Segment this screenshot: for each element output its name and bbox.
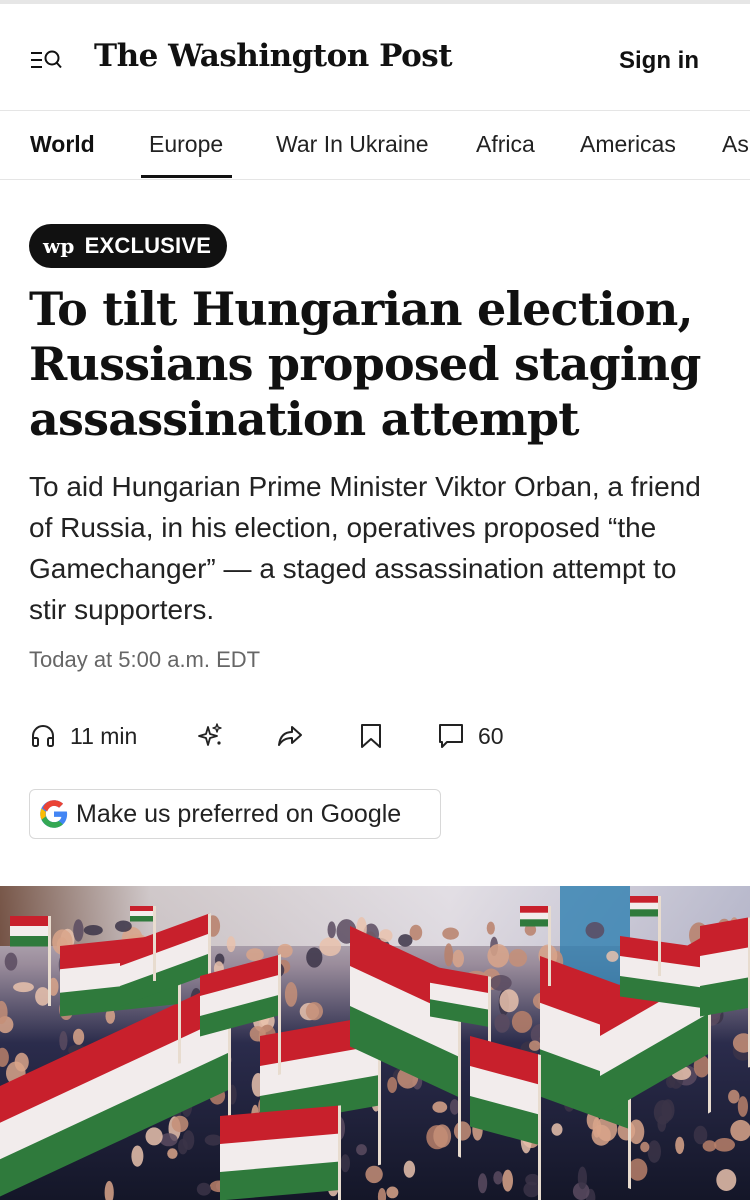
- google-preferred-button[interactable]: Make us preferred on Google: [29, 789, 441, 839]
- ai-summary-button[interactable]: [196, 718, 224, 754]
- nav-item-africa[interactable]: Africa: [476, 131, 535, 158]
- google-g-icon: [39, 799, 69, 829]
- article-timestamp: Today at 5:00 a.m. EDT: [29, 647, 261, 672]
- badge-label: EXCLUSIVE: [84, 233, 212, 258]
- listen-button[interactable]: 11 min: [30, 718, 137, 754]
- active-tab-indicator: [141, 175, 232, 178]
- nav-item-americas[interactable]: Americas: [580, 131, 676, 158]
- exclusive-badge: wp EXCLUSIVE: [29, 224, 228, 268]
- article-headline: To tilt Hungarian election, Russians pro…: [29, 282, 701, 446]
- menu-search-icon[interactable]: [30, 48, 64, 74]
- save-button[interactable]: [360, 718, 382, 754]
- nav-item-asia[interactable]: As: [722, 131, 749, 158]
- comments-count: 60: [478, 722, 504, 749]
- google-preferred-label: Make us preferred on Google: [76, 799, 402, 828]
- comment-icon: [438, 723, 464, 749]
- sparkle-icon: [196, 722, 224, 750]
- bookmark-icon: [360, 723, 382, 749]
- comments-button[interactable]: 60: [438, 718, 504, 754]
- nav-item-world[interactable]: World: [30, 131, 95, 158]
- hero-photo[interactable]: [0, 886, 750, 1200]
- nav-item-war-in-ukraine[interactable]: War In Ukraine: [276, 131, 429, 158]
- site-logo[interactable]: The Washington Post: [94, 38, 453, 74]
- section-nav: World Europe War In Ukraine Africa Ameri…: [0, 111, 750, 180]
- sign-in-button[interactable]: Sign in: [619, 47, 699, 75]
- share-icon: [276, 722, 304, 750]
- site-header: The Washington Post Sign in: [0, 4, 750, 111]
- article-action-bar: 11 min 60: [30, 718, 720, 754]
- wp-mark-icon: wp: [43, 234, 75, 258]
- listen-duration: 11 min: [70, 722, 138, 749]
- article-dek: To aid Hungarian Prime Minister Viktor O…: [29, 471, 701, 625]
- nav-item-europe[interactable]: Europe: [149, 131, 223, 158]
- share-button[interactable]: [276, 718, 304, 754]
- headphones-icon: [30, 723, 56, 749]
